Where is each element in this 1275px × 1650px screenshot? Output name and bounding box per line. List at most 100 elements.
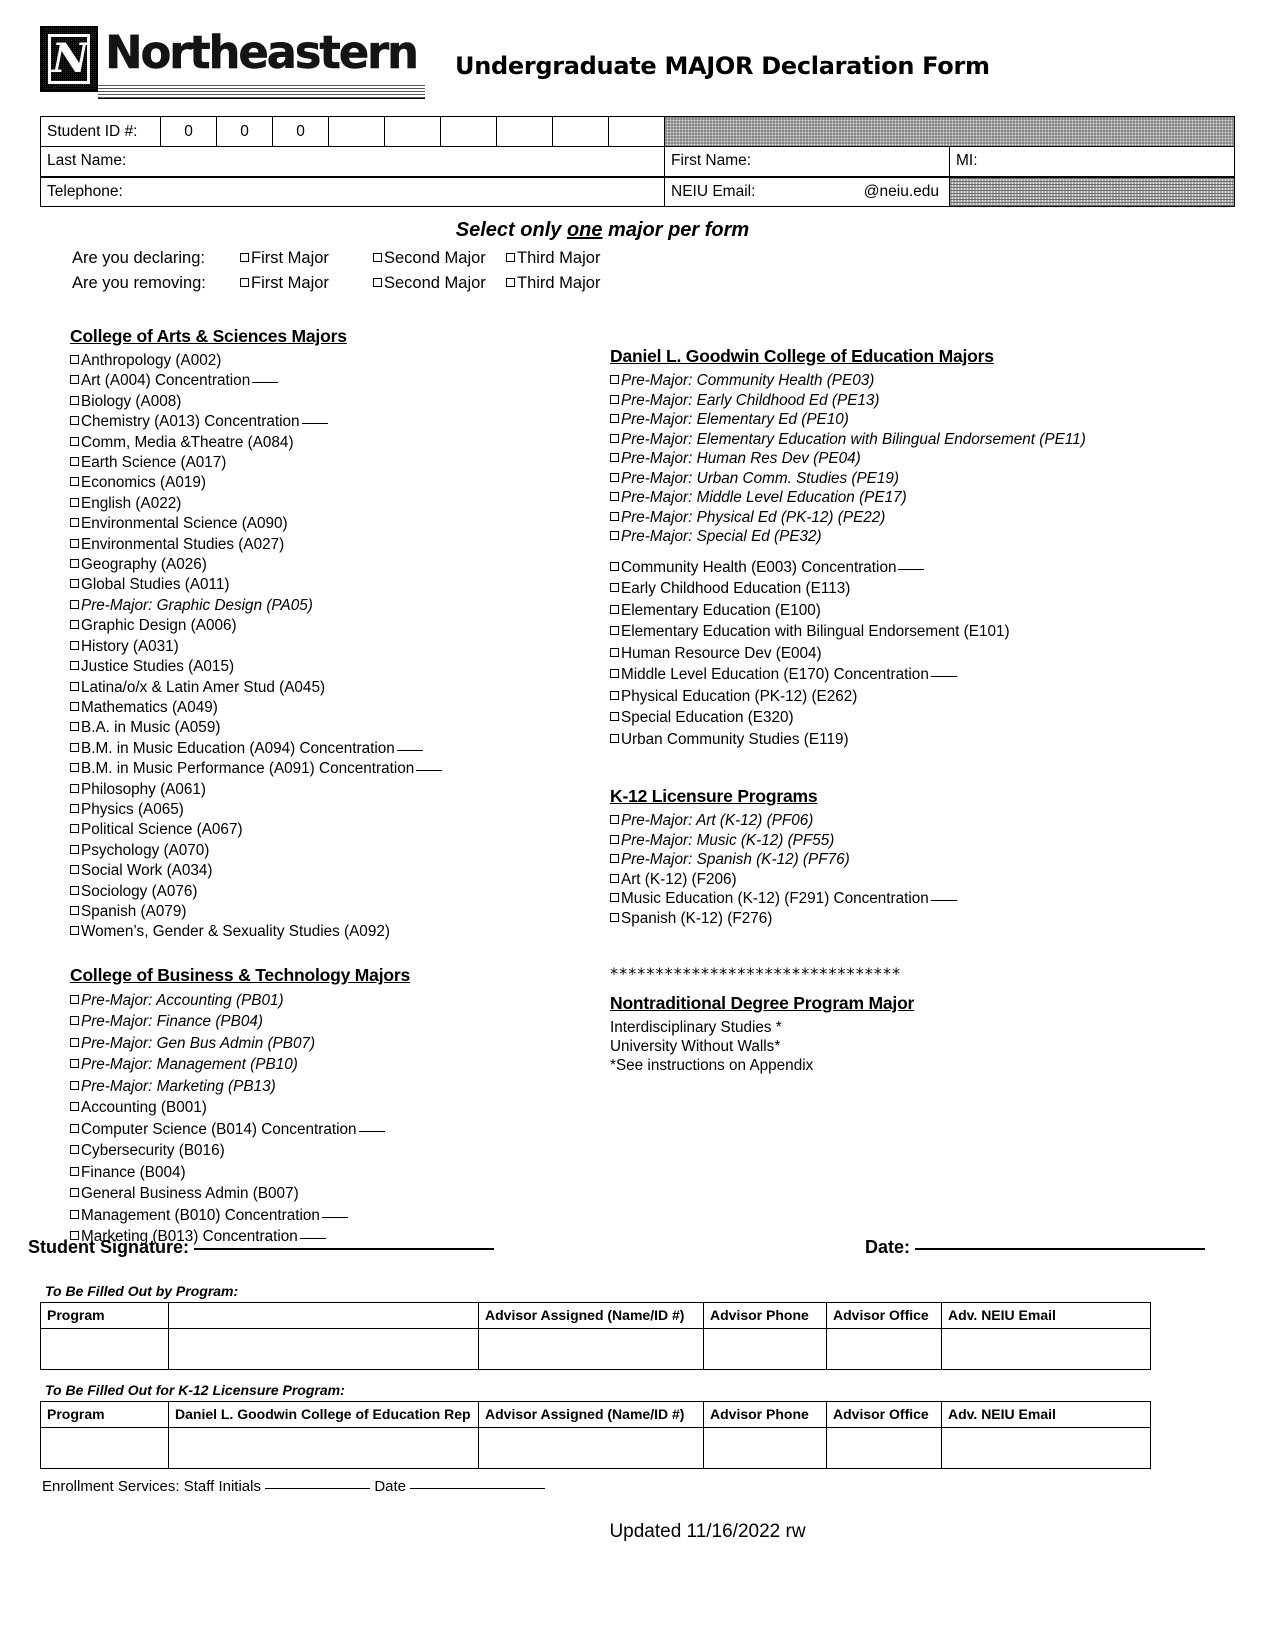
checkbox-icon[interactable] [70, 1209, 79, 1219]
major-option[interactable]: Pre-Major: Elementary Ed (PE10) [610, 410, 1170, 430]
advisor-email-cell[interactable] [941, 1328, 1151, 1370]
major-option[interactable]: Pre-Major: Middle Level Education (PE17) [610, 488, 1170, 508]
student-signature-line[interactable] [194, 1248, 495, 1250]
checkbox-icon[interactable] [70, 1080, 79, 1090]
major-option[interactable]: Geography (A026) [70, 555, 590, 575]
checkbox-icon[interactable] [610, 733, 619, 743]
student-id-digit-9[interactable] [608, 116, 665, 147]
major-option[interactable]: Art (A004) Concentration [70, 371, 590, 391]
checkbox-icon[interactable] [610, 626, 619, 635]
middle-initial-field[interactable]: MI: [949, 146, 1235, 177]
major-option[interactable]: Graphic Design (A006) [70, 616, 590, 636]
checkbox-icon[interactable] [70, 1059, 79, 1069]
student-id-digit-1[interactable]: 0 [160, 116, 217, 147]
k12-advisor-email-cell[interactable] [941, 1427, 1151, 1469]
major-option[interactable]: Pre-Major: Special Ed (PE32) [610, 527, 1170, 547]
concentration-blank-line[interactable] [321, 1216, 348, 1218]
checkbox-icon[interactable] [610, 604, 619, 614]
checkbox-icon[interactable] [610, 669, 619, 678]
declaring-third-major-option[interactable]: Third Major [506, 246, 600, 271]
checkbox-icon[interactable] [610, 472, 619, 482]
major-option[interactable]: Pre-Major: Accounting (PB01) [70, 990, 590, 1012]
student-id-digit-6[interactable] [440, 116, 497, 147]
checkbox-icon[interactable] [610, 712, 619, 721]
student-signature-field[interactable]: Student Signature: [28, 1237, 495, 1258]
major-option[interactable]: Pre-Major: Early Childhood Ed (PE13) [610, 391, 1170, 411]
checkbox-icon[interactable] [70, 416, 79, 426]
program-cell[interactable] [40, 1328, 169, 1370]
major-option[interactable]: Philosophy (A061) [70, 780, 590, 800]
checkbox-icon[interactable] [610, 414, 619, 423]
checkbox-icon[interactable] [70, 742, 79, 752]
checkbox-icon[interactable] [610, 690, 619, 700]
k12-advisor-phone-cell[interactable] [703, 1427, 827, 1469]
checkbox-icon[interactable] [70, 926, 79, 936]
checkbox-icon[interactable] [610, 433, 619, 443]
checkbox-icon[interactable] [610, 511, 619, 521]
telephone-field[interactable]: Telephone: [40, 175, 665, 207]
checkbox-icon[interactable] [610, 834, 619, 844]
k12-education-rep-cell[interactable] [168, 1427, 479, 1469]
major-option[interactable]: Global Studies (A011) [70, 575, 590, 595]
signature-date-field[interactable]: Date: [865, 1237, 1206, 1258]
checkbox-icon[interactable] [70, 865, 79, 875]
checkbox-icon[interactable] [70, 1123, 79, 1133]
major-option[interactable]: Pre-Major: Finance (PB04) [70, 1011, 590, 1033]
student-id-digit-2[interactable]: 0 [216, 116, 273, 147]
neiu-email-field[interactable]: NEIU Email: @neiu.edu [664, 175, 950, 207]
checkbox-icon[interactable] [610, 854, 619, 863]
checkbox-icon[interactable] [610, 375, 619, 384]
student-id-digit-8[interactable] [552, 116, 609, 147]
major-option[interactable]: Pre-Major: Graphic Design (PA05) [70, 596, 590, 616]
checkbox-icon[interactable] [70, 905, 79, 915]
major-option[interactable]: Elementary Education with Bilingual Endo… [610, 621, 1170, 643]
k12-program-cell[interactable] [40, 1427, 169, 1469]
major-option[interactable]: Elementary Education (E100) [610, 600, 1170, 622]
checkbox-icon[interactable] [70, 559, 79, 569]
checkbox-icon[interactable] [610, 893, 619, 902]
concentration-blank-line[interactable] [898, 568, 925, 570]
last-name-field[interactable]: Last Name: [40, 146, 665, 177]
checkbox-icon[interactable] [70, 661, 79, 671]
major-option[interactable]: Women’s, Gender & Sexuality Studies (A09… [70, 922, 590, 942]
major-option[interactable]: Biology (A008) [70, 392, 590, 412]
major-option[interactable]: Community Health (E003) Concentration [610, 557, 1170, 579]
concentration-blank-line[interactable] [416, 770, 443, 772]
major-option[interactable]: Art (K-12) (F206) [610, 870, 1170, 890]
major-option[interactable]: Social Work (A034) [70, 861, 590, 881]
major-option[interactable]: Middle Level Education (E170) Concentrat… [610, 664, 1170, 686]
checkbox-icon[interactable] [70, 994, 79, 1004]
checkbox-icon[interactable] [373, 278, 382, 287]
checkbox-icon[interactable] [70, 722, 79, 732]
major-option[interactable]: Earth Science (A017) [70, 453, 590, 473]
major-option[interactable]: Music Education (K-12) (F291) Concentrat… [610, 889, 1170, 909]
major-option[interactable]: B.M. in Music Performance (A091) Concent… [70, 759, 590, 779]
major-option[interactable]: Pre-Major: Physical Ed (PK-12) (PE22) [610, 508, 1170, 528]
removing-first-major-option[interactable]: First Major [240, 271, 373, 296]
major-option[interactable]: Human Resource Dev (E004) [610, 643, 1170, 665]
declaring-second-major-option[interactable]: Second Major [373, 246, 506, 271]
checkbox-icon[interactable] [70, 1102, 79, 1112]
checkbox-icon[interactable] [70, 477, 79, 487]
checkbox-icon[interactable] [70, 885, 79, 895]
major-option[interactable]: Political Science (A067) [70, 820, 590, 840]
signature-date-line[interactable] [915, 1248, 1206, 1250]
checkbox-icon[interactable] [70, 579, 79, 589]
major-option[interactable]: Early Childhood Education (E113) [610, 578, 1170, 600]
major-option[interactable]: Pre-Major: Urban Comm. Studies (PE19) [610, 469, 1170, 489]
major-option[interactable]: Pre-Major: Marketing (PB13) [70, 1076, 590, 1098]
checkbox-icon[interactable] [610, 394, 619, 404]
checkbox-icon[interactable] [610, 531, 619, 540]
checkbox-icon[interactable] [70, 783, 79, 793]
major-option[interactable]: Pre-Major: Human Res Dev (PE04) [610, 449, 1170, 469]
checkbox-icon[interactable] [70, 497, 79, 507]
major-option[interactable]: Pre-Major: Gen Bus Admin (PB07) [70, 1033, 590, 1055]
k12-advisor-office-cell[interactable] [826, 1427, 942, 1469]
checkbox-icon[interactable] [610, 492, 619, 501]
checkbox-icon[interactable] [70, 518, 79, 528]
major-option[interactable]: Environmental Science (A090) [70, 514, 590, 534]
checkbox-icon[interactable] [70, 1188, 79, 1198]
checkbox-icon[interactable] [70, 824, 79, 834]
checkbox-icon[interactable] [506, 278, 515, 287]
major-option[interactable]: Comm, Media &Theatre (A084) [70, 433, 590, 453]
